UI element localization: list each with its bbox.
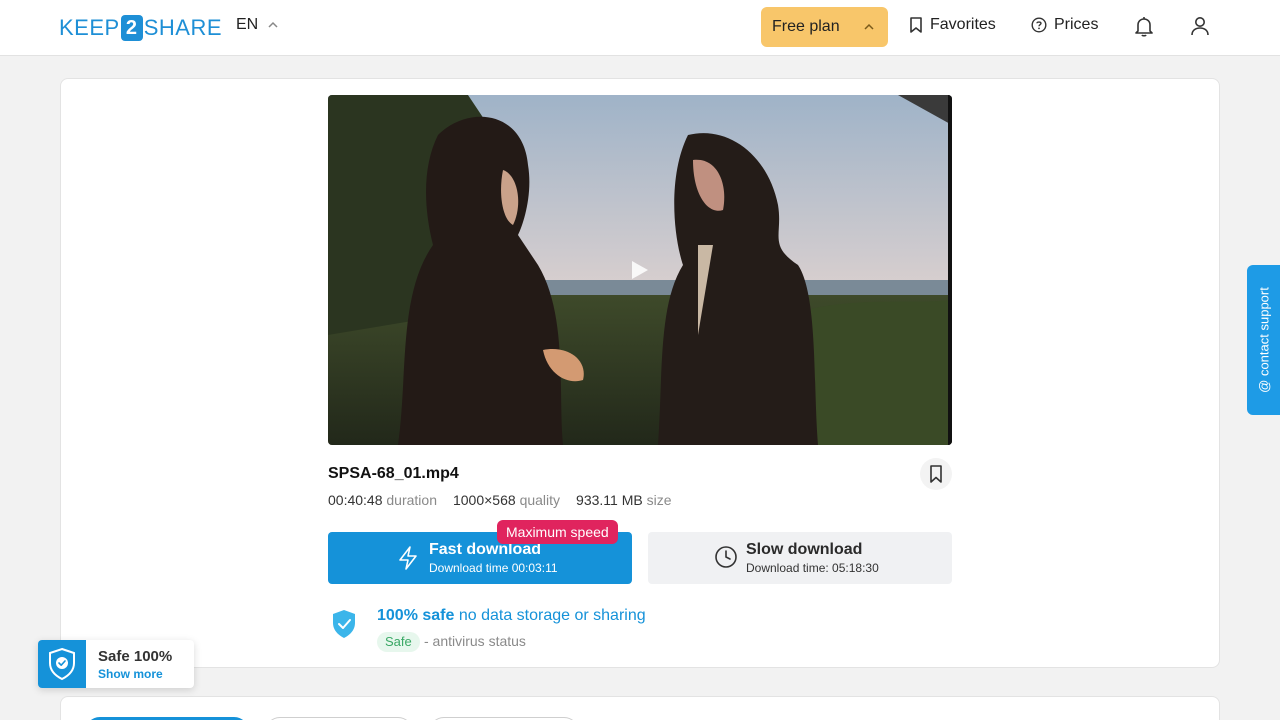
contact-support-label: @ contact support xyxy=(1256,287,1271,393)
language-selector[interactable]: EN xyxy=(236,16,278,34)
safety-headline-rest: no data storage or sharing xyxy=(454,607,646,624)
safe-widget[interactable]: Safe 100% Show more xyxy=(38,640,194,688)
favorites-link[interactable]: Favorites xyxy=(909,16,996,34)
safety-headline: 100% safe no data storage or sharing xyxy=(377,607,646,625)
contact-support-tab[interactable]: @ contact support xyxy=(1247,265,1280,415)
bell-icon[interactable] xyxy=(1132,14,1156,38)
safety-headline-bold: 100% safe xyxy=(377,607,455,624)
antivirus-status-text: - antivirus status xyxy=(424,633,526,649)
secondary-card xyxy=(60,696,1220,720)
size-label: size xyxy=(646,492,672,508)
duration-meta: 00:40:48 duration xyxy=(328,492,437,508)
help-circle-icon xyxy=(1031,17,1047,33)
chevron-up-icon xyxy=(864,23,874,30)
prices-label: Prices xyxy=(1054,16,1099,33)
logo-text-share: SHARE xyxy=(143,15,222,40)
prices-link[interactable]: Prices xyxy=(1031,16,1098,34)
favorites-label: Favorites xyxy=(930,16,996,33)
slow-download-title: Slow download xyxy=(746,541,863,558)
lightning-icon xyxy=(399,546,417,570)
shield-check-icon xyxy=(333,610,355,638)
plan-label: Free plan xyxy=(772,18,840,35)
video-preview[interactable] xyxy=(328,95,952,445)
clock-icon xyxy=(715,546,737,568)
top-header: KEEP 2 SHARE EN Free plan Favorites Prices xyxy=(0,0,1280,56)
keep2share-logo[interactable]: KEEP 2 SHARE xyxy=(59,14,222,42)
show-more-link[interactable]: Show more xyxy=(98,667,163,681)
play-icon xyxy=(632,261,648,279)
safe-status-tag: Safe xyxy=(377,632,420,652)
duration-value: 00:40:48 xyxy=(328,492,383,508)
duration-label: duration xyxy=(386,492,437,508)
user-icon[interactable] xyxy=(1188,14,1212,38)
logo-text-keep: KEEP xyxy=(59,15,120,40)
quality-value: 1000×568 xyxy=(452,492,516,508)
file-name: SPSA-68_01.mp4 xyxy=(328,465,459,482)
slow-download-time: Download time: 05:18:30 xyxy=(746,561,879,575)
slow-download-button[interactable]: Slow download Download time: 05:18:30 xyxy=(648,532,952,584)
chevron-up-icon xyxy=(268,21,278,28)
bookmark-button[interactable] xyxy=(920,458,952,490)
bookmark-icon xyxy=(930,465,942,483)
size-meta: 933.11 MB size xyxy=(576,492,671,508)
fast-download-time: Download time 00:03:11 xyxy=(429,561,558,575)
logo-text-2: 2 xyxy=(120,15,143,41)
language-label: EN xyxy=(236,16,259,33)
shield-check-icon xyxy=(49,647,75,681)
safe-widget-icon-box xyxy=(38,640,86,688)
quality-meta: 1000×568 quality xyxy=(453,492,560,508)
size-value: 933.11 MB xyxy=(576,492,643,508)
maximum-speed-badge: Maximum speed xyxy=(497,520,618,544)
quality-label: quality xyxy=(519,492,561,508)
plan-button[interactable]: Free plan xyxy=(761,7,888,47)
safe-widget-title: Safe 100% xyxy=(98,648,173,665)
bookmark-icon xyxy=(910,17,922,33)
file-meta: 00:40:48 duration 1000×568 quality 933.1… xyxy=(328,492,672,508)
